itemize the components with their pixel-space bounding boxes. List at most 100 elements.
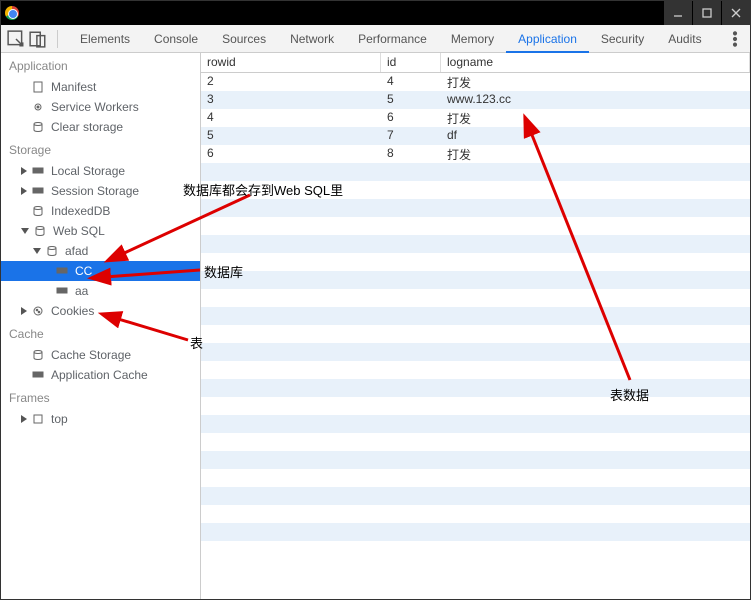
cell-rowid: 5 (201, 127, 381, 145)
disclosure-triangle-icon[interactable] (21, 415, 27, 423)
inspect-element-icon[interactable] (7, 30, 25, 48)
sidebar-item-clear-storage[interactable]: Clear storage (1, 117, 200, 137)
cell-id: 7 (381, 127, 441, 145)
table-row-empty (201, 343, 750, 361)
table-row-empty (201, 217, 750, 235)
grid-icon (31, 184, 45, 198)
table-row-empty (201, 235, 750, 253)
disclosure-triangle-icon[interactable] (33, 248, 41, 254)
tab-application[interactable]: Application (506, 25, 589, 53)
table-row-empty (201, 181, 750, 199)
column-rowid[interactable]: rowid (201, 53, 381, 72)
sidebar-item-aa[interactable]: aa (1, 281, 200, 301)
sidebar-item-indexeddb[interactable]: IndexedDB (1, 201, 200, 221)
tab-audits[interactable]: Audits (656, 25, 713, 53)
cell-logname: www.123.cc (441, 91, 750, 109)
cell-id: 4 (381, 73, 441, 91)
panel-tabs: ElementsConsoleSourcesNetworkPerformance… (68, 25, 722, 53)
table-row-empty (201, 451, 750, 469)
sidebar-item-label: Cookies (51, 304, 94, 318)
sidebar-item-web-sql[interactable]: Web SQL (1, 221, 200, 241)
sidebar-item-manifest[interactable]: Manifest (1, 77, 200, 97)
sidebar-item-application-cache[interactable]: Application Cache (1, 365, 200, 385)
grid-icon (31, 368, 45, 382)
sidebar-item-label: Cache Storage (51, 348, 131, 362)
sidebar-item-label: Service Workers (51, 100, 139, 114)
disclosure-triangle-icon[interactable] (21, 187, 27, 195)
tab-console[interactable]: Console (142, 25, 210, 53)
sidebar-item-local-storage[interactable]: Local Storage (1, 161, 200, 181)
sidebar-item-label: CC (75, 264, 92, 278)
table-row[interactable]: 35www.123.cc (201, 91, 750, 109)
column-logname[interactable]: logname (441, 53, 750, 72)
sidebar-item-session-storage[interactable]: Session Storage (1, 181, 200, 201)
grid-icon (55, 264, 69, 278)
table-row-empty (201, 271, 750, 289)
window-maximize-button[interactable] (693, 1, 721, 25)
sidebar-item-label: Application Cache (51, 368, 148, 382)
sidebar-section-cache: Cache (1, 321, 200, 345)
table-row-empty (201, 307, 750, 325)
tab-security[interactable]: Security (589, 25, 656, 53)
sidebar-item-service-workers[interactable]: Service Workers (1, 97, 200, 117)
sidebar-item-label: Session Storage (51, 184, 139, 198)
db-icon (31, 348, 45, 362)
db-icon (45, 244, 59, 258)
sidebar-item-label: Manifest (51, 80, 96, 94)
cell-id: 6 (381, 109, 441, 127)
tab-memory[interactable]: Memory (439, 25, 506, 53)
table-row-empty (201, 487, 750, 505)
db-icon (31, 204, 45, 218)
sidebar-item-label: aa (75, 284, 88, 298)
tab-sources[interactable]: Sources (210, 25, 278, 53)
sidebar-item-cache-storage[interactable]: Cache Storage (1, 345, 200, 365)
disclosure-triangle-icon[interactable] (21, 228, 29, 234)
table-row-empty (201, 325, 750, 343)
cell-logname: 打发 (441, 73, 750, 91)
gear-icon (31, 100, 45, 114)
table-row-empty (201, 469, 750, 487)
disclosure-triangle-icon[interactable] (21, 167, 27, 175)
sidebar-item-label: afad (65, 244, 88, 258)
sidebar-item-cookies[interactable]: Cookies (1, 301, 200, 321)
sidebar-item-afad[interactable]: afad (1, 241, 200, 261)
application-sidebar: ApplicationManifestService WorkersClear … (1, 53, 201, 599)
sidebar-item-top[interactable]: top (1, 409, 200, 429)
window-minimize-button[interactable] (664, 1, 692, 25)
table-row-empty (201, 505, 750, 523)
cell-logname: 打发 (441, 109, 750, 127)
disclosure-triangle-icon[interactable] (21, 307, 27, 315)
grid-header: rowid id logname (201, 53, 750, 73)
tab-performance[interactable]: Performance (346, 25, 439, 53)
cell-rowid: 3 (201, 91, 381, 109)
sidebar-item-cc[interactable]: CC (1, 261, 200, 281)
tab-network[interactable]: Network (278, 25, 346, 53)
tab-elements[interactable]: Elements (68, 25, 142, 53)
sidebar-item-label: Clear storage (51, 120, 123, 134)
box-icon (31, 412, 45, 426)
devtools-toolbar: ElementsConsoleSourcesNetworkPerformance… (1, 25, 750, 53)
db-icon (31, 120, 45, 134)
table-row-empty (201, 541, 750, 559)
sidebar-section-frames: Frames (1, 385, 200, 409)
cell-rowid: 4 (201, 109, 381, 127)
table-row-empty (201, 523, 750, 541)
grid-rows[interactable]: 24打发35www.123.cc46打发57df68打发 (201, 73, 750, 599)
main-area: ApplicationManifestService WorkersClear … (1, 53, 750, 599)
db-icon (33, 224, 47, 238)
column-id[interactable]: id (381, 53, 441, 72)
cell-logname: df (441, 127, 750, 145)
more-menu-icon[interactable] (726, 30, 744, 48)
sidebar-item-label: IndexedDB (51, 204, 110, 218)
sidebar-section-storage: Storage (1, 137, 200, 161)
table-row[interactable]: 68打发 (201, 145, 750, 163)
table-row[interactable]: 46打发 (201, 109, 750, 127)
table-row-empty (201, 289, 750, 307)
cell-rowid: 6 (201, 145, 381, 163)
device-toggle-icon[interactable] (29, 30, 47, 48)
table-row[interactable]: 24打发 (201, 73, 750, 91)
window-close-button[interactable] (722, 1, 750, 25)
table-row[interactable]: 57df (201, 127, 750, 145)
table-row-empty (201, 361, 750, 379)
table-row-empty (201, 253, 750, 271)
